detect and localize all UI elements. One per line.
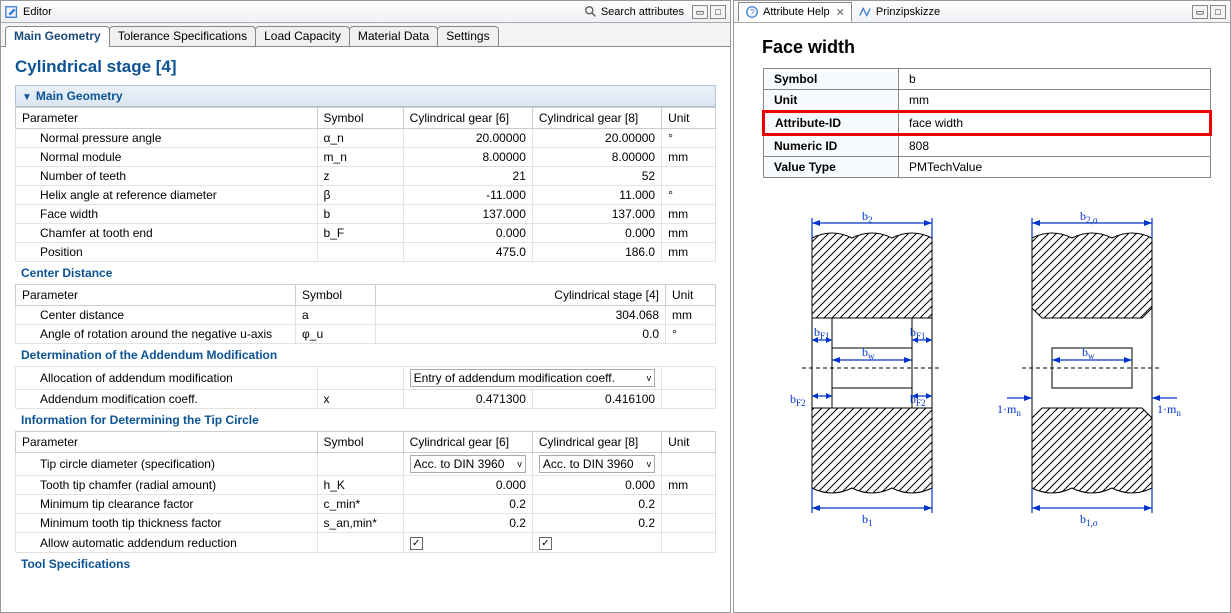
- editor-pane: Editor Search attributes ▭ □ Main Geomet…: [0, 0, 731, 613]
- help-pane: ? Attribute Help ✕ Prinzipskizze ▭ □ Fac…: [733, 0, 1231, 613]
- maximize-button[interactable]: □: [1210, 5, 1226, 19]
- help-icon: ?: [745, 5, 759, 19]
- main-geometry-table: Parameter Symbol Cylindrical gear [6] Cy…: [15, 107, 716, 262]
- editor-icon: [5, 5, 19, 19]
- tab-main-geometry[interactable]: Main Geometry: [5, 26, 110, 46]
- svg-text:?: ?: [750, 8, 755, 18]
- row-min-tip-clearance[interactable]: Minimum tip clearance factorc_min*0.20.2: [16, 495, 716, 514]
- search-label: Search attributes: [601, 6, 684, 18]
- svg-text:b1: b1: [862, 512, 873, 528]
- minimize-button[interactable]: ▭: [1192, 5, 1208, 19]
- minimize-button[interactable]: ▭: [692, 5, 708, 19]
- section-tool-spec: Tool Specifications: [15, 553, 716, 575]
- editor-body: Cylindrical stage [4] ▼ Main Geometry Par…: [1, 47, 730, 612]
- svg-text:bF2: bF2: [790, 392, 806, 408]
- section-main-geometry[interactable]: ▼ Main Geometry: [15, 85, 716, 107]
- col-parameter[interactable]: Parameter: [16, 108, 318, 129]
- collapse-icon: ▼: [22, 92, 32, 103]
- tab-prinzipskizze[interactable]: Prinzipskizze: [852, 3, 946, 21]
- col-symbol[interactable]: Symbol: [317, 108, 403, 129]
- row-tooth-tip-chamfer[interactable]: Tooth tip chamfer (radial amount)h_K0.00…: [16, 476, 716, 495]
- row-min-tooth-tip-thickness[interactable]: Minimum tooth tip thickness factors_an,m…: [16, 514, 716, 533]
- search-attributes-link[interactable]: Search attributes: [584, 5, 684, 19]
- editor-header: Editor Search attributes ▭ □: [1, 1, 730, 23]
- svg-text:1·mn: 1·mn: [1157, 402, 1181, 418]
- section-label: Main Geometry: [36, 89, 123, 103]
- svg-text:bw: bw: [1082, 345, 1095, 361]
- row-position[interactable]: Position475.0186.0mm: [16, 243, 716, 262]
- col-gear6[interactable]: Cylindrical gear [6]: [403, 108, 532, 129]
- allocation-dropdown[interactable]: Entry of addendum modification coeff.v: [410, 369, 655, 387]
- row-attribute-id: Attribute-IDface width: [764, 112, 1211, 135]
- attribute-info-table: Symbolb Unitmm Attribute-IDface width Nu…: [762, 68, 1212, 178]
- row-numeric-id: Numeric ID808: [764, 135, 1211, 157]
- page-title: Cylindrical stage [4]: [15, 57, 716, 77]
- section-center-distance: Center Distance: [15, 262, 716, 284]
- sketch-icon: [858, 5, 872, 19]
- close-icon[interactable]: ✕: [836, 6, 845, 19]
- row-face-width[interactable]: Face widthb137.000137.000mm: [16, 205, 716, 224]
- chevron-down-icon: v: [647, 459, 652, 469]
- help-title: Face width: [762, 37, 1212, 58]
- checkbox-8[interactable]: ✓: [539, 537, 552, 550]
- tab-label: Attribute Help: [763, 6, 830, 18]
- addendum-table: Allocation of addendum modificationEntry…: [15, 366, 716, 409]
- center-distance-table: ParameterSymbolCylindrical stage [4]Unit…: [15, 284, 716, 344]
- checkbox-6[interactable]: ✓: [410, 537, 423, 550]
- search-icon: [584, 5, 598, 19]
- row-chamfer[interactable]: Chamfer at tooth endb_F0.0000.000mm: [16, 224, 716, 243]
- col-unit[interactable]: Unit: [662, 108, 716, 129]
- tip-circle-table: ParameterSymbolCylindrical gear [6]Cylin…: [15, 431, 716, 553]
- tcd-dropdown-8[interactable]: Acc. to DIN 3960v: [539, 455, 655, 473]
- help-body: Face width Symbolb Unitmm Attribute-IDfa…: [734, 23, 1230, 612]
- tab-load-capacity[interactable]: Load Capacity: [255, 26, 350, 46]
- row-tip-circle-diameter[interactable]: Tip circle diameter (specification)Acc. …: [16, 453, 716, 476]
- editor-pane-label: Editor: [23, 6, 52, 18]
- help-header: ? Attribute Help ✕ Prinzipskizze ▭ □: [734, 1, 1230, 23]
- section-tip-circle: Information for Determining the Tip Circ…: [15, 409, 716, 431]
- row-allow-auto-addendum[interactable]: Allow automatic addendum reduction✓✓: [16, 533, 716, 553]
- tab-label: Prinzipskizze: [876, 6, 940, 18]
- tab-attribute-help[interactable]: ? Attribute Help ✕: [738, 2, 852, 22]
- diagram-svg: b2 bw bF1 bF1 bF2 bF2: [772, 198, 1202, 528]
- svg-text:1·mn: 1·mn: [997, 402, 1021, 418]
- row-symbol: Symbolb: [764, 69, 1211, 90]
- svg-text:b1,σ: b1,σ: [1080, 512, 1098, 528]
- row-number-of-teeth[interactable]: Number of teethz2152: [16, 167, 716, 186]
- row-unit: Unitmm: [764, 90, 1211, 112]
- row-value-type: Value TypePMTechValue: [764, 157, 1211, 178]
- section-addendum-mod: Determination of the Addendum Modificati…: [15, 344, 716, 366]
- maximize-button[interactable]: □: [710, 5, 726, 19]
- row-normal-pressure-angle[interactable]: Normal pressure angleα_n20.0000020.00000…: [16, 129, 716, 148]
- tab-material-data[interactable]: Material Data: [349, 26, 438, 46]
- row-normal-module[interactable]: Normal modulem_n8.000008.00000mm: [16, 148, 716, 167]
- tab-settings[interactable]: Settings: [437, 26, 498, 46]
- face-width-diagram: b2 bw bF1 bF1 bF2 bF2: [762, 198, 1212, 528]
- row-helix-angle[interactable]: Helix angle at reference diameterβ-11.00…: [16, 186, 716, 205]
- col-gear8[interactable]: Cylindrical gear [8]: [532, 108, 661, 129]
- svg-text:b2,σ: b2,σ: [1080, 209, 1098, 225]
- editor-tabs: Main Geometry Tolerance Specifications L…: [1, 23, 730, 47]
- editor-title-bar: Editor: [5, 5, 52, 19]
- tab-tolerance-specifications[interactable]: Tolerance Specifications: [109, 26, 256, 46]
- row-angle-rotation[interactable]: Angle of rotation around the negative u-…: [16, 325, 716, 344]
- svg-text:b2: b2: [862, 209, 873, 225]
- chevron-down-icon: v: [517, 459, 522, 469]
- row-addendum-coeff[interactable]: Addendum modification coeff.x0.4713000.4…: [16, 390, 716, 409]
- row-center-distance[interactable]: Center distancea304.068mm: [16, 306, 716, 325]
- tcd-dropdown-6[interactable]: Acc. to DIN 3960v: [410, 455, 526, 473]
- svg-text:bw: bw: [862, 345, 875, 361]
- row-allocation-addendum[interactable]: Allocation of addendum modificationEntry…: [16, 367, 716, 390]
- chevron-down-icon: v: [647, 373, 652, 383]
